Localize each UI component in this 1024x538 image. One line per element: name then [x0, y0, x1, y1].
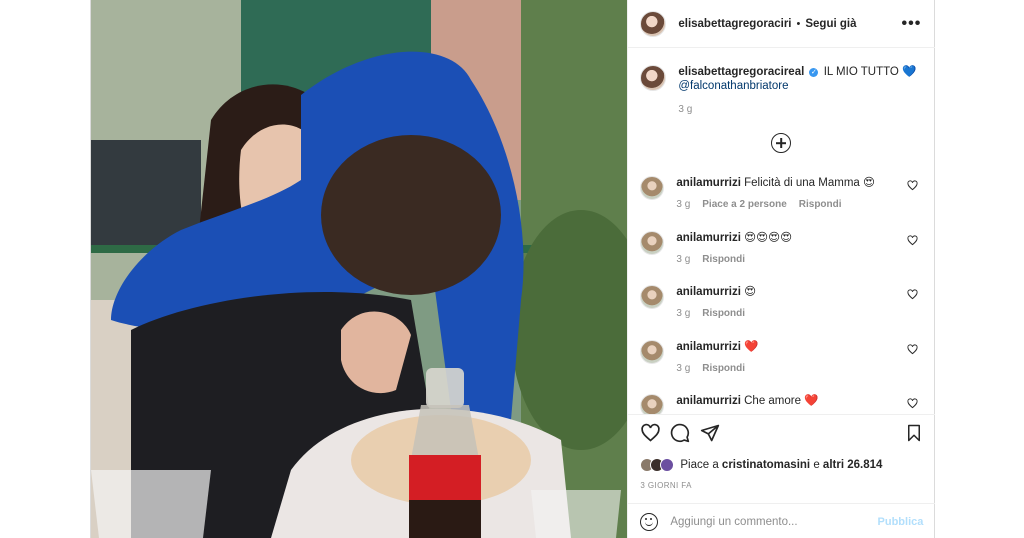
comment-item: anilamurrizi Che amore ❤️	[640, 394, 930, 414]
post-header: elisabettagregoraciri • Segui già •••	[628, 0, 936, 48]
comment-item: anilamurrizi 😍😍😍😍 3 g Rispondi	[640, 231, 930, 267]
photo-illustration	[91, 0, 628, 538]
post-side-panel: elisabettagregoraciri • Segui già ••• el…	[627, 0, 936, 538]
comment-likes[interactable]: Piace a 2 persone	[702, 199, 787, 210]
add-comment-bar: Aggiungi un commento... Pubblica	[628, 503, 936, 538]
header-separator: •	[796, 17, 801, 30]
caption-avatar[interactable]	[640, 65, 667, 91]
comment-time[interactable]: 3 g	[676, 254, 690, 265]
caption-time[interactable]: 3 g	[678, 104, 692, 115]
comment-username[interactable]: anilamurrizi	[676, 177, 741, 189]
comment-text: ❤️	[744, 341, 759, 353]
comment-text: 😍	[744, 286, 757, 298]
comment-text: Che amore ❤️	[744, 395, 819, 407]
comment-like-heart-icon[interactable]	[907, 344, 918, 355]
post-caption: elisabettagregoracireal ✓ IL MIO TUTTO 💙…	[640, 65, 918, 117]
author-username[interactable]: elisabettagregoraciri	[678, 18, 791, 30]
comment-username[interactable]: anilamurrizi	[676, 232, 741, 244]
caption-username[interactable]: elisabettagregoracireal	[678, 66, 804, 78]
comment-time[interactable]: 3 g	[676, 363, 690, 374]
comment-text: 😍😍😍😍	[744, 232, 793, 244]
reply-button[interactable]: Rispondi	[702, 254, 745, 265]
likes-others[interactable]: altri 26.814	[823, 459, 882, 471]
likes-middle: e	[810, 459, 823, 471]
author-avatar[interactable]	[640, 10, 667, 37]
likes-prefix: Piace a	[680, 459, 722, 471]
comment-item: anilamurrizi ❤️ 3 g Rispondi	[640, 340, 930, 376]
reply-button[interactable]: Rispondi	[799, 199, 842, 210]
post-actions: Piace a cristinatomasini e altri 26.814 …	[628, 414, 936, 538]
comment-bubble-icon[interactable]	[670, 423, 690, 443]
comment-like-heart-icon[interactable]	[907, 180, 918, 191]
comment-username[interactable]: anilamurrizi	[676, 286, 741, 298]
comment-username[interactable]: anilamurrizi	[676, 395, 741, 407]
following-button[interactable]: Segui già	[805, 18, 856, 30]
action-bar	[640, 423, 923, 447]
likes-user[interactable]: cristinatomasini	[722, 459, 810, 471]
comment-input[interactable]: Aggiungi un commento...	[670, 516, 797, 528]
like-heart-icon[interactable]	[640, 423, 661, 443]
reply-button[interactable]: Rispondi	[702, 363, 745, 374]
save-bookmark-icon[interactable]	[905, 423, 923, 443]
liker-avatar[interactable]	[660, 458, 675, 472]
reply-button[interactable]: Rispondi	[702, 308, 745, 319]
commenter-avatar[interactable]	[640, 340, 665, 364]
commenter-avatar[interactable]	[640, 176, 665, 200]
likes-summary: Piace a cristinatomasini e altri 26.814	[640, 458, 882, 472]
comment-time[interactable]: 3 g	[676, 308, 690, 319]
caption-text: IL MIO TUTTO 💙	[823, 66, 917, 78]
comment-like-heart-icon[interactable]	[907, 289, 918, 300]
comment-text: Felicità di una Mamma 😍	[744, 177, 875, 189]
comment-username[interactable]: anilamurrizi	[676, 341, 741, 353]
comment-item: anilamurrizi Felicità di una Mamma 😍 3 g…	[640, 176, 930, 212]
share-paper-plane-icon[interactable]	[700, 423, 720, 443]
load-more-comments-button[interactable]	[771, 133, 792, 153]
post-photo[interactable]	[91, 0, 628, 538]
comment-like-heart-icon[interactable]	[907, 398, 918, 409]
commenter-avatar[interactable]	[640, 394, 665, 414]
instagram-post: elisabettagregoraciri • Segui già ••• el…	[90, 0, 936, 538]
commenter-avatar[interactable]	[640, 231, 665, 255]
more-options-icon[interactable]: •••	[902, 15, 922, 33]
publish-button[interactable]: Pubblica	[878, 516, 924, 528]
caption-mention[interactable]: @falconathanbriatore	[678, 80, 788, 92]
verified-badge-icon: ✓	[809, 68, 819, 77]
comments-list: elisabettagregoracireal ✓ IL MIO TUTTO 💙…	[628, 48, 935, 414]
comment-time[interactable]: 3 g	[676, 199, 690, 210]
emoji-smiley-icon[interactable]	[640, 513, 659, 531]
comment-item: anilamurrizi 😍 3 g Rispondi	[640, 285, 930, 321]
commenter-avatar[interactable]	[640, 285, 665, 309]
post-date[interactable]: 3 GIORNI FA	[640, 481, 692, 490]
comment-like-heart-icon[interactable]	[907, 235, 918, 246]
